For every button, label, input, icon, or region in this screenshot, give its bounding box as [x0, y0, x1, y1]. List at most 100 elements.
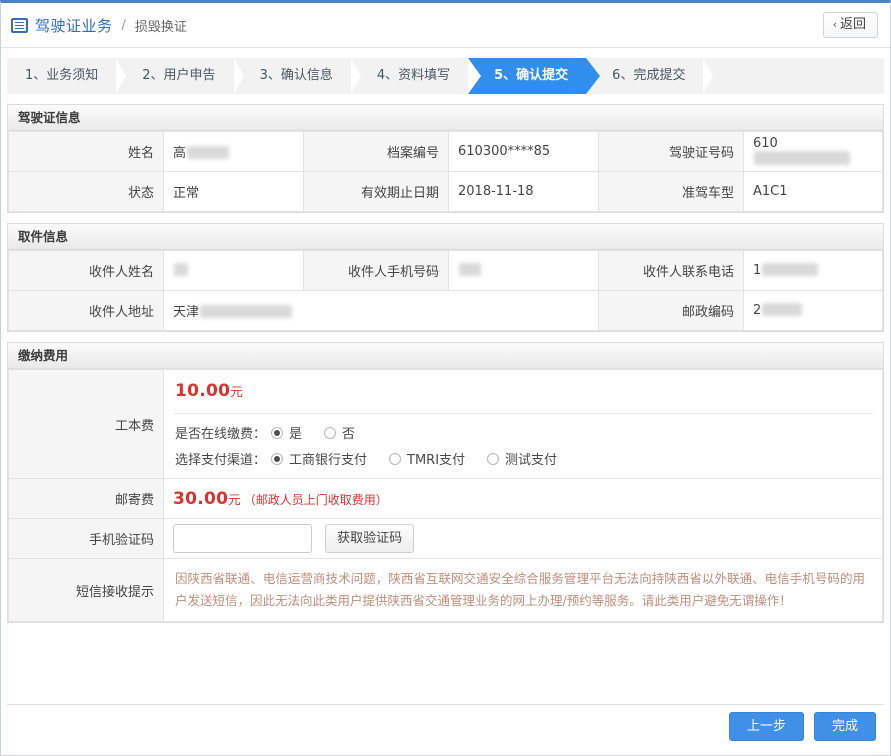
- production-fee-unit: 元: [230, 384, 243, 399]
- online-payment-row: 是否在线缴费： 是 否: [175, 423, 873, 442]
- radio-online-yes[interactable]: 是: [271, 423, 302, 442]
- chevron-left-icon: ‹: [833, 19, 837, 30]
- radio-label: 是: [289, 423, 302, 442]
- radio-icon-checked: [271, 453, 283, 465]
- radio-online-no[interactable]: 否: [324, 423, 355, 442]
- value-file-number: 610300****85: [449, 132, 599, 172]
- value-recipient-mobile: [449, 251, 599, 291]
- label-mail-fee: 邮寄费: [9, 479, 164, 519]
- finish-button[interactable]: 完成: [814, 712, 876, 741]
- payment-options: 是否在线缴费： 是 否 选择支付渠道：: [173, 414, 873, 478]
- get-code-button[interactable]: 获取验证码: [325, 524, 414, 553]
- label-name: 姓名: [9, 132, 164, 172]
- table-row-mail-fee: 邮寄费 30.00元（邮政人员上门收取费用）: [9, 479, 883, 519]
- value-text: 2: [753, 303, 761, 318]
- license-info-table: 姓名 高 档案编号 610300****85 驾驶证号码 610 状态 正常 有…: [8, 131, 883, 212]
- step-label: 6、完成提交: [612, 68, 685, 83]
- production-fee-cell: 10.00元 是否在线缴费： 是 否: [164, 370, 883, 479]
- label-sms-notice: 短信接收提示: [9, 559, 164, 622]
- radio-channel-tmri[interactable]: TMRI支付: [389, 449, 465, 468]
- step-label: 5、确认提交: [494, 68, 568, 83]
- radio-icon: [487, 453, 499, 465]
- mail-fee-unit: 元: [228, 492, 241, 507]
- value-expiry-date: 2018-11-18: [449, 172, 599, 212]
- radio-icon: [324, 427, 336, 439]
- payment-channel-row: 选择支付渠道： 工商银行支付 TMRI支付 测试支付: [175, 449, 873, 468]
- label-status: 状态: [9, 172, 164, 212]
- value-recipient-address: 天津: [164, 291, 599, 331]
- value-text: 1: [753, 263, 761, 278]
- breadcrumb: 驾驶证业务 / 损毁换证: [11, 15, 187, 36]
- value-license-number: 610: [744, 132, 883, 172]
- radio-label: 测试支付: [505, 449, 557, 468]
- step-6[interactable]: 6、完成提交: [586, 58, 703, 94]
- label-file-number: 档案编号: [304, 132, 449, 172]
- payment-channel-question: 选择支付渠道：: [175, 449, 271, 468]
- step-1[interactable]: 1、业务须知: [7, 58, 116, 94]
- step-5-active[interactable]: 5、确认提交: [468, 58, 586, 94]
- previous-step-button[interactable]: 上一步: [729, 712, 804, 741]
- value-text: 高: [173, 146, 186, 161]
- redacted-block: [762, 303, 802, 316]
- step-4[interactable]: 4、资料填写: [351, 58, 468, 94]
- label-postal-code: 邮政编码: [599, 291, 744, 331]
- radio-icon: [389, 453, 401, 465]
- label-license-number: 驾驶证号码: [599, 132, 744, 172]
- sms-code-input[interactable]: [173, 524, 312, 553]
- radio-label: TMRI支付: [407, 449, 465, 468]
- footer-actions: 上一步 完成: [7, 704, 884, 748]
- label-recipient-address: 收件人地址: [9, 291, 164, 331]
- step-indicator: 1、业务须知 2、用户申告 3、确认信息 4、资料填写 5、确认提交 6、完成提…: [7, 58, 884, 94]
- online-payment-question: 是否在线缴费：: [175, 423, 271, 442]
- value-postal-code: 2: [744, 291, 883, 331]
- license-info-title: 驾驶证信息: [8, 105, 883, 131]
- step-label: 1、业务须知: [25, 68, 98, 83]
- sms-code-cell: 获取验证码: [164, 519, 883, 559]
- radio-label: 否: [342, 423, 355, 442]
- step-label: 2、用户申告: [142, 68, 215, 83]
- radio-channel-test[interactable]: 测试支付: [487, 449, 557, 468]
- table-row: 收件人地址 天津 邮政编码 2: [9, 291, 883, 331]
- step-2[interactable]: 2、用户申告: [116, 58, 233, 94]
- page-root: 驾驶证业务 / 损毁换证 ‹ 返回 1、业务须知 2、用户申告 3、确认信息 4…: [0, 0, 891, 756]
- breadcrumb-current: 损毁换证: [135, 16, 187, 35]
- production-fee-amount-row: 10.00元: [173, 370, 873, 414]
- fee-panel: 缴纳费用 工本费 10.00元 是否在线缴费： 是: [7, 342, 884, 623]
- pickup-info-table: 收件人姓名 收件人手机号码 收件人联系电话 1 收件人地址 天津 邮政编码 2: [8, 250, 883, 331]
- table-row-sms-notice: 短信接收提示 因陕西省联通、电信运营商技术问题，陕西省互联网交通安全综合服务管理…: [9, 559, 883, 622]
- sms-notice-text: 因陕西省联通、电信运营商技术问题，陕西省互联网交通安全综合服务管理平台无法向持陕…: [173, 559, 873, 621]
- table-row-production-fee: 工本费 10.00元 是否在线缴费： 是: [9, 370, 883, 479]
- table-row: 状态 正常 有效期止日期 2018-11-18 准驾车型 A1C1: [9, 172, 883, 212]
- breadcrumb-main[interactable]: 驾驶证业务: [35, 15, 113, 36]
- table-row: 收件人姓名 收件人手机号码 收件人联系电话 1: [9, 251, 883, 291]
- redacted-block: [200, 305, 292, 318]
- radio-channel-icbc[interactable]: 工商银行支付: [271, 449, 367, 468]
- redacted-block: [174, 263, 188, 276]
- mail-fee-note: （邮政人员上门收取费用）: [244, 493, 388, 507]
- label-recipient-name: 收件人姓名: [9, 251, 164, 291]
- fee-panel-title: 缴纳费用: [8, 343, 883, 369]
- back-button-label: 返回: [840, 18, 866, 31]
- redacted-block: [762, 263, 818, 276]
- label-sms-code: 手机验证码: [9, 519, 164, 559]
- table-row-sms-code: 手机验证码 获取验证码: [9, 519, 883, 559]
- label-production-fee: 工本费: [9, 370, 164, 479]
- table-row: 姓名 高 档案编号 610300****85 驾驶证号码 610: [9, 132, 883, 172]
- back-button[interactable]: ‹ 返回: [823, 12, 878, 38]
- mail-fee-cell: 30.00元（邮政人员上门收取费用）: [164, 479, 883, 519]
- license-info-panel: 驾驶证信息 姓名 高 档案编号 610300****85 驾驶证号码 610 状…: [7, 104, 884, 213]
- production-fee-amount: 10.00: [175, 381, 230, 401]
- breadcrumb-separator: /: [122, 18, 126, 33]
- label-vehicle-class: 准驾车型: [599, 172, 744, 212]
- redacted-block: [187, 146, 229, 159]
- value-text: 610: [753, 136, 778, 151]
- label-expiry-date: 有效期止日期: [304, 172, 449, 212]
- value-recipient-name: [164, 251, 304, 291]
- pickup-info-panel: 取件信息 收件人姓名 收件人手机号码 收件人联系电话 1 收件人地址 天津 邮政…: [7, 223, 884, 332]
- step-3[interactable]: 3、确认信息: [234, 58, 351, 94]
- redacted-block: [754, 151, 850, 165]
- value-status: 正常: [164, 172, 304, 212]
- value-vehicle-class: A1C1: [744, 172, 883, 212]
- redacted-block: [459, 263, 481, 276]
- fee-table: 工本费 10.00元 是否在线缴费： 是: [8, 369, 883, 622]
